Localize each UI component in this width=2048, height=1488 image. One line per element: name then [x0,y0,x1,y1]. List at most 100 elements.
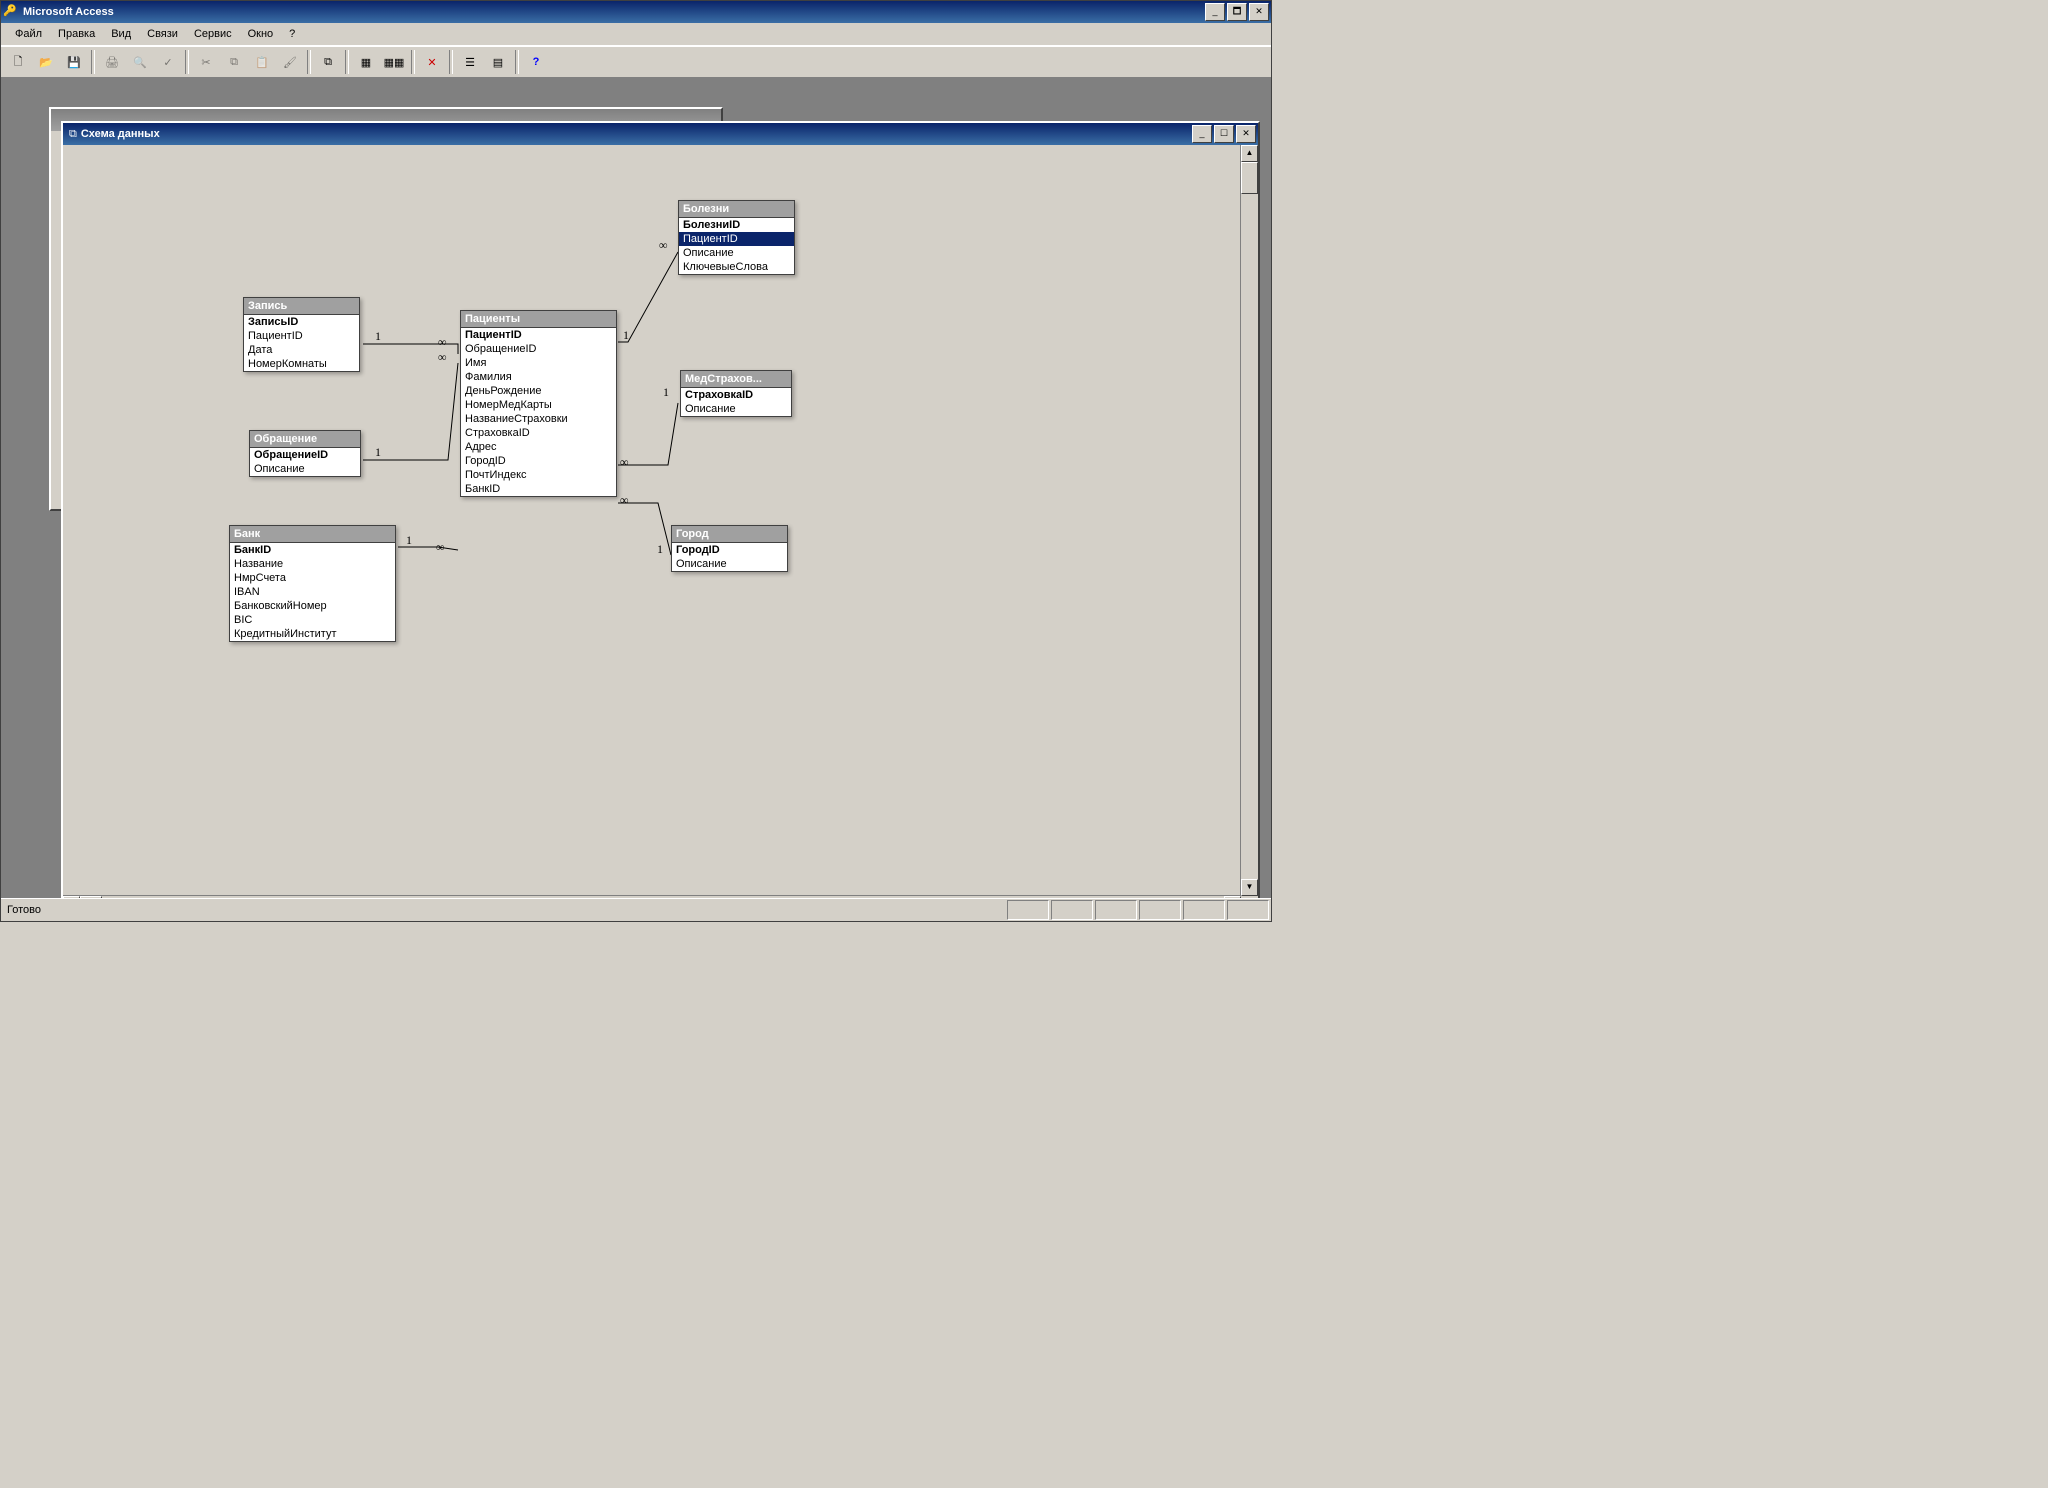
help-icon[interactable]: ? [523,49,549,75]
menu-help[interactable]: ? [281,26,303,42]
field[interactable]: Описание [672,557,787,571]
table-header[interactable]: МедСтрахов... [681,371,791,388]
field[interactable]: КредитныйИнститут [230,627,395,641]
cardinality-one: 1 [375,329,381,344]
relationships-canvas[interactable]: 1 ∞ 1 ∞ 1 ∞ 1 ∞ 1 ∞ 1 ∞ Запись ЗаписьID … [63,145,1258,899]
cardinality-one: 1 [406,533,412,548]
table-header[interactable]: Обращение [250,431,360,448]
field[interactable]: Фамилия [461,370,616,384]
table-gorod[interactable]: Город ГородID Описание [671,525,788,572]
field[interactable]: IBAN [230,585,395,599]
field[interactable]: ГородID [461,454,616,468]
field[interactable]: СтраховкаID [461,426,616,440]
status-text: Готово [1,902,1007,918]
field-pk[interactable]: ОбращениеID [250,448,360,462]
table-header[interactable]: Запись [244,298,359,315]
menu-tools[interactable]: Сервис [186,26,240,42]
table-bank[interactable]: Банк БанкID Название НмрСчета IBAN Банко… [229,525,396,642]
cardinality-many: ∞ [436,540,445,555]
field[interactable]: Описание [681,402,791,416]
cardinality-one: 1 [623,328,629,343]
main-titlebar[interactable]: 🔑 Microsoft Access _ 🗖 ✕ [1,1,1271,23]
field[interactable]: НмрСчета [230,571,395,585]
access-logo-icon: 🔑 [3,4,19,20]
spelling-icon[interactable]: ✓ [155,49,181,75]
field[interactable]: Имя [461,356,616,370]
table-bolezni[interactable]: Болезни БолезниID ПациентID Описание Клю… [678,200,795,275]
table-obrashenie[interactable]: Обращение ОбращениеID Описание [249,430,361,477]
delete-icon[interactable]: ✕ [419,49,445,75]
cut-icon[interactable]: ✂ [193,49,219,75]
field-pk[interactable]: ЗаписьID [244,315,359,329]
cardinality-many: ∞ [620,493,629,508]
menu-edit[interactable]: Правка [50,26,103,42]
scroll-down-icon[interactable]: ▼ [1241,879,1258,896]
cardinality-many: ∞ [438,350,447,365]
paste-icon[interactable]: 📋 [249,49,275,75]
field[interactable]: НазваниеСтраховки [461,412,616,426]
properties-icon[interactable]: ☰ [457,49,483,75]
field-pk[interactable]: ПациентID [461,328,616,342]
field[interactable]: BIC [230,613,395,627]
show-all-icon[interactable]: ▦▦ [381,49,407,75]
field[interactable]: Описание [679,246,794,260]
field[interactable]: НомерКомнаты [244,357,359,371]
menu-view[interactable]: Вид [103,26,139,42]
child-minimize-button[interactable]: _ [1192,125,1212,143]
field[interactable]: Дата [244,343,359,357]
copy-icon[interactable]: ⧉ [221,49,247,75]
field-pk[interactable]: ГородID [672,543,787,557]
save-icon[interactable]: 💾 [61,49,87,75]
field[interactable]: КлючевыеСлова [679,260,794,274]
minimize-button[interactable]: _ [1205,3,1225,21]
separator-icon [515,50,519,74]
table-zapis[interactable]: Запись ЗаписьID ПациентID Дата НомерКомн… [243,297,360,372]
field[interactable]: ДеньРождение [461,384,616,398]
table-header[interactable]: Болезни [679,201,794,218]
table-header[interactable]: Банк [230,526,395,543]
new-object-icon[interactable]: ▤ [485,49,511,75]
child-close-button[interactable]: ✕ [1236,125,1256,143]
scroll-thumb[interactable] [1241,162,1258,194]
cardinality-one: 1 [657,542,663,557]
separator-icon [345,50,349,74]
field[interactable]: Название [230,557,395,571]
field[interactable]: ПочтИндекс [461,468,616,482]
menu-file[interactable]: Файл [7,26,50,42]
menu-window[interactable]: Окно [240,26,282,42]
print-icon[interactable]: 🖨 [99,49,125,75]
statusbar: Готово [1,898,1271,921]
field-pk[interactable]: БанкID [230,543,395,557]
scroll-up-icon[interactable]: ▲ [1241,145,1258,162]
close-button[interactable]: ✕ [1249,3,1269,21]
field-pk[interactable]: БолезниID [679,218,794,232]
table-patients[interactable]: Пациенты ПациентID ОбращениеID Имя Фамил… [460,310,617,497]
preview-icon[interactable]: 🔍 [127,49,153,75]
show-table-icon[interactable]: ▦ [353,49,379,75]
field[interactable]: Адрес [461,440,616,454]
child-maximize-button[interactable]: ☐ [1214,125,1234,143]
app-title: Microsoft Access [23,6,1203,18]
relationships-window[interactable]: ⧉ Схема данных _ ☐ ✕ 1 ∞ [61,121,1260,899]
table-header[interactable]: Город [672,526,787,543]
field-selected[interactable]: ПациентID [679,232,794,246]
field[interactable]: БанковскийНомер [230,599,395,613]
table-header[interactable]: Пациенты [461,311,616,328]
relationships-icon: ⧉ [69,128,77,141]
format-painter-icon[interactable]: 🖌 [277,49,303,75]
cardinality-one: 1 [375,445,381,460]
field[interactable]: НомерМедКарты [461,398,616,412]
relationships-icon[interactable]: ⧉ [315,49,341,75]
field[interactable]: Описание [250,462,360,476]
field[interactable]: ПациентID [244,329,359,343]
new-icon[interactable]: 🗋 [5,49,31,75]
maximize-button[interactable]: 🗖 [1227,3,1247,21]
menubar[interactable]: Файл Правка Вид Связи Сервис Окно ? [1,23,1271,46]
table-medstrahovka[interactable]: МедСтрахов... СтраховкаID Описание [680,370,792,417]
field[interactable]: БанкID [461,482,616,496]
menu-relationships[interactable]: Связи [139,26,186,42]
open-icon[interactable]: 📂 [33,49,59,75]
vertical-scrollbar[interactable]: ▲ ▼ [1240,145,1258,896]
field-pk[interactable]: СтраховкаID [681,388,791,402]
field[interactable]: ОбращениеID [461,342,616,356]
